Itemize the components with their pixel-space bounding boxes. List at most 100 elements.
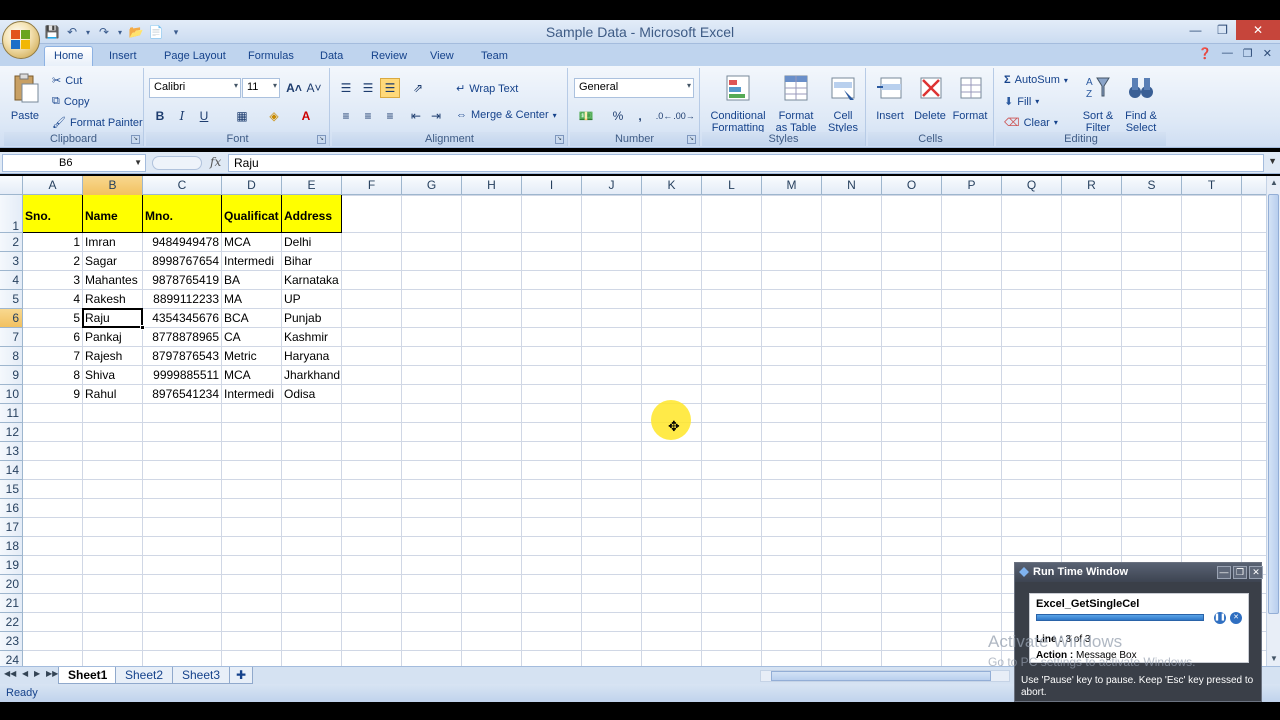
fill-button[interactable]: ⬇ Fill ▾ [1004, 95, 1039, 109]
tab-review[interactable]: Review [362, 47, 416, 66]
column-header[interactable]: L [702, 176, 762, 195]
align-top-icon[interactable]: ☰ [336, 78, 356, 98]
percent-button[interactable]: % [608, 106, 628, 126]
table-cell[interactable]: CA [222, 328, 281, 346]
column-header[interactable]: K [642, 176, 702, 195]
hscroll-thumb[interactable] [771, 671, 991, 681]
pause-icon[interactable]: ❚❚ [1214, 612, 1226, 624]
table-cell[interactable]: 8899112233 [143, 290, 221, 308]
dialog-launcher-icon[interactable]: ↘ [687, 135, 696, 144]
table-cell[interactable]: Rahul [83, 385, 142, 403]
table-cell[interactable]: 1 [23, 233, 82, 251]
table-cell[interactable]: 8797876543 [143, 347, 221, 365]
font-size-select[interactable]: 11 ▾ [242, 78, 280, 98]
row-header[interactable]: 10 [0, 385, 23, 404]
table-cell[interactable]: 9999885511 [143, 366, 221, 384]
cell-styles-button[interactable]: Cell Styles [822, 72, 864, 134]
select-all-button[interactable] [0, 176, 23, 195]
table-cell[interactable]: Karnataka [282, 271, 352, 289]
wrap-text-button[interactable]: ↵ Wrap Text [456, 82, 518, 96]
table-cell[interactable]: 5 [23, 309, 82, 327]
close-icon[interactable]: ✕ [1236, 20, 1280, 40]
scroll-up-icon[interactable]: ▲ [1267, 176, 1280, 190]
column-header[interactable]: F [342, 176, 402, 195]
font-color-icon[interactable]: A [296, 106, 316, 126]
table-cell[interactable]: 6 [23, 328, 82, 346]
row-header[interactable]: 14 [0, 461, 23, 480]
table-cell[interactable]: Odisa [282, 385, 352, 403]
table-cell[interactable]: Metric [222, 347, 281, 365]
dialog-launcher-icon[interactable]: ↘ [131, 135, 140, 144]
table-cell[interactable]: Intermedi [222, 252, 281, 270]
column-header[interactable]: D [222, 176, 282, 195]
table-cell[interactable]: MCA [222, 366, 281, 384]
header-cell[interactable]: Mno. [143, 195, 222, 233]
table-cell[interactable]: 9878765419 [143, 271, 221, 289]
sort-filter-button[interactable]: AZ Sort & Filter [1078, 72, 1118, 134]
row-header[interactable]: 19 [0, 556, 23, 575]
table-cell[interactable]: 7 [23, 347, 82, 365]
doc-close-icon[interactable]: ✕ [1263, 47, 1272, 60]
insert-sheet-icon[interactable]: ✚ [229, 667, 254, 684]
row-header[interactable]: 8 [0, 347, 23, 366]
row-header[interactable]: 5 [0, 290, 23, 309]
tab-view[interactable]: View [421, 47, 463, 66]
last-sheet-icon[interactable]: ▶▶ [46, 669, 58, 678]
column-header[interactable]: T [1182, 176, 1242, 195]
row-header[interactable]: 9 [0, 366, 23, 385]
column-header[interactable]: A [23, 176, 83, 195]
table-cell[interactable]: 8 [23, 366, 82, 384]
column-header[interactable]: C [143, 176, 222, 195]
copy-button[interactable]: ⧉ Copy [52, 95, 90, 108]
clear-button[interactable]: ⌫ Clear ▾ [1004, 116, 1058, 130]
orientation-icon[interactable]: ⇗ [408, 78, 428, 98]
table-cell[interactable]: Pankaj [83, 328, 142, 346]
column-header[interactable]: S [1122, 176, 1182, 195]
font-name-select[interactable]: Calibri ▾ [149, 78, 241, 98]
table-cell[interactable]: 2 [23, 252, 82, 270]
name-box[interactable]: B6 ▼ [2, 154, 146, 172]
align-middle-icon[interactable]: ☰ [358, 78, 378, 98]
number-format-select[interactable]: General ▾ [574, 78, 694, 98]
tab-home[interactable]: Home [44, 46, 94, 67]
table-cell[interactable]: 3 [23, 271, 82, 289]
row-header[interactable]: 3 [0, 252, 23, 271]
header-cell[interactable]: Sno. [23, 195, 83, 233]
table-cell[interactable]: Sagar [83, 252, 142, 270]
table-cell[interactable]: Kashmir [282, 328, 352, 346]
row-header[interactable]: 16 [0, 499, 23, 518]
decrease-indent-icon[interactable]: ⇤ [406, 106, 426, 126]
office-button[interactable] [2, 21, 40, 59]
row-header[interactable]: 24 [0, 651, 23, 666]
sheet-tab-sheet3[interactable]: Sheet3 [172, 667, 231, 684]
table-cell[interactable]: 9484949478 [143, 233, 221, 251]
format-painter-button[interactable]: 🖌 Format Painter [52, 116, 143, 130]
decrease-decimal-icon[interactable]: .00→ [673, 106, 695, 126]
table-cell[interactable]: Mahantes [83, 271, 142, 289]
increase-indent-icon[interactable]: ⇥ [426, 106, 446, 126]
paste-button[interactable]: Paste [8, 72, 42, 122]
table-cell[interactable]: Imran [83, 233, 142, 251]
column-header[interactable]: O [882, 176, 942, 195]
table-cell[interactable]: Jharkhand [282, 366, 352, 384]
row-header[interactable]: 1 [0, 195, 23, 233]
find-select-button[interactable]: Find & Select [1120, 72, 1162, 134]
tab-page-layout[interactable]: Page Layout [155, 47, 235, 66]
column-header[interactable]: B [83, 176, 143, 195]
table-cell[interactable]: BA [222, 271, 281, 289]
italic-button[interactable]: I [172, 106, 192, 126]
table-cell[interactable]: 8976541234 [143, 385, 221, 403]
column-header[interactable]: I [522, 176, 582, 195]
insert-function-icon[interactable]: fx [210, 155, 221, 169]
header-cell[interactable]: Qualificat [222, 195, 282, 233]
table-cell[interactable]: Shiva [83, 366, 142, 384]
conditional-formatting-button[interactable]: Conditional Formatting [706, 72, 770, 134]
stop-icon[interactable]: ✕ [1230, 612, 1242, 624]
autosum-button[interactable]: Σ AutoSum ▾ [1004, 74, 1068, 86]
table-cell[interactable]: 8998767654 [143, 252, 221, 270]
table-cell[interactable]: Delhi [282, 233, 352, 251]
table-cell[interactable]: 4 [23, 290, 82, 308]
formula-input[interactable]: Raju [228, 154, 1264, 172]
align-center-icon[interactable]: ≡ [358, 106, 378, 126]
borders-icon[interactable]: ▦ [232, 106, 252, 126]
